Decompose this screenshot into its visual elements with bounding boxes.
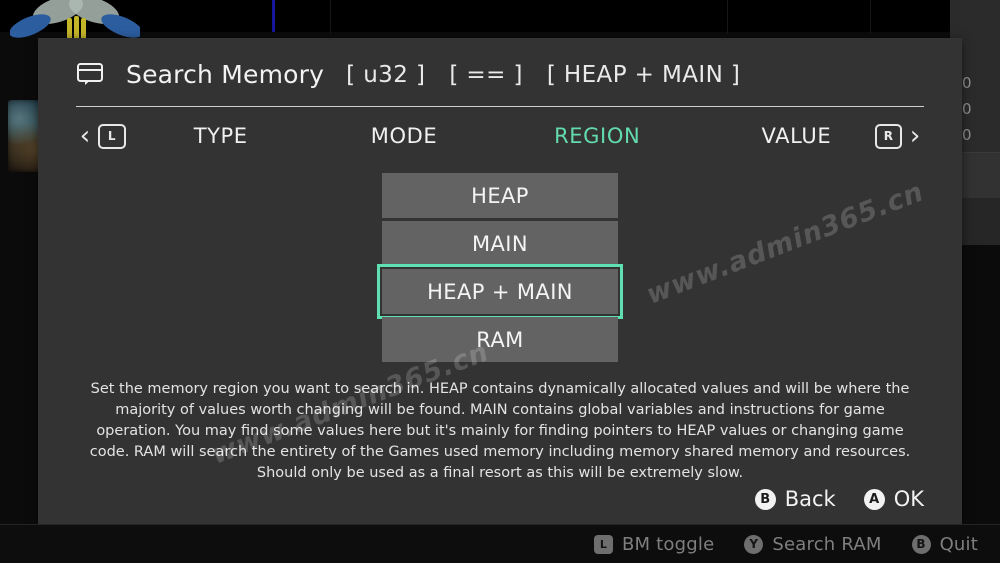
background-vline-blue	[272, 0, 275, 32]
a-button-icon: A	[863, 488, 885, 510]
sysbar-quit-label: Quit	[939, 533, 978, 555]
option-heap[interactable]: HEAP	[382, 173, 618, 218]
prev-arrow-icon[interactable]: ‹	[76, 123, 94, 149]
option-heap-plus-main[interactable]: HEAP + MAIN	[377, 264, 623, 319]
sysbar-quit[interactable]: B Quit	[911, 533, 978, 555]
search-memory-dialog: Search Memory [ u32 ] [ == ] [ HEAP + MA…	[38, 38, 962, 525]
dialog-title: Search Memory	[126, 60, 325, 89]
sysbar-bm-toggle[interactable]: L BM toggle	[593, 533, 715, 555]
tab-mode[interactable]: MODE	[330, 124, 478, 148]
region-option-list: HEAP MAIN HEAP + MAIN RAM	[76, 173, 924, 362]
tab-nav-row: ‹ L TYPE MODE REGION VALUE R ›	[76, 107, 924, 165]
option-main[interactable]: MAIN	[382, 221, 618, 266]
y-button-icon: Y	[744, 534, 764, 554]
sysbar-search-ram[interactable]: Y Search RAM	[744, 534, 881, 555]
system-bar: L BM toggle Y Search RAM B Quit	[0, 525, 1000, 563]
tab-value[interactable]: VALUE	[722, 124, 870, 148]
tab-type[interactable]: TYPE	[152, 124, 290, 148]
chip-mode: [ == ]	[449, 61, 523, 88]
b-button-icon: B	[754, 488, 776, 510]
dialog-footer: B Back A OK	[754, 487, 924, 511]
next-arrow-icon[interactable]: ›	[906, 123, 924, 149]
option-ram[interactable]: RAM	[382, 317, 618, 362]
chip-type: [ u32 ]	[346, 61, 426, 88]
b-button-icon-sysbar: B	[911, 534, 931, 554]
background-vline-1	[330, 0, 331, 34]
back-button-label: Back	[784, 487, 836, 511]
ok-button-label: OK	[893, 487, 924, 511]
chip-region: [ HEAP + MAIN ]	[546, 61, 741, 88]
back-button[interactable]: B Back	[754, 487, 836, 511]
right-shoulder-icon[interactable]: R	[874, 123, 903, 149]
l-button-icon: L	[593, 534, 613, 554]
game-sprite	[10, 0, 140, 42]
ok-button[interactable]: A OK	[863, 487, 924, 511]
memory-search-icon	[77, 62, 103, 85]
left-shoulder-icon[interactable]: L	[97, 123, 126, 149]
dialog-header: Search Memory [ u32 ] [ == ] [ HEAP + MA…	[76, 38, 924, 106]
background-vline-2	[727, 0, 728, 34]
region-description: Set the memory region you want to search…	[89, 381, 911, 481]
sysbar-bm-toggle-label: BM toggle	[621, 533, 715, 555]
background-vline-3	[870, 0, 871, 34]
screen-root: 00 00 00 Search Memory [ u32 ] [ == ] [ …	[0, 0, 1000, 563]
tab-region[interactable]: REGION	[518, 124, 676, 148]
dialog-chips: [ u32 ] [ == ] [ HEAP + MAIN ]	[346, 62, 740, 88]
sysbar-search-ram-label: Search RAM	[772, 533, 882, 555]
background-top-strip	[0, 0, 1000, 32]
